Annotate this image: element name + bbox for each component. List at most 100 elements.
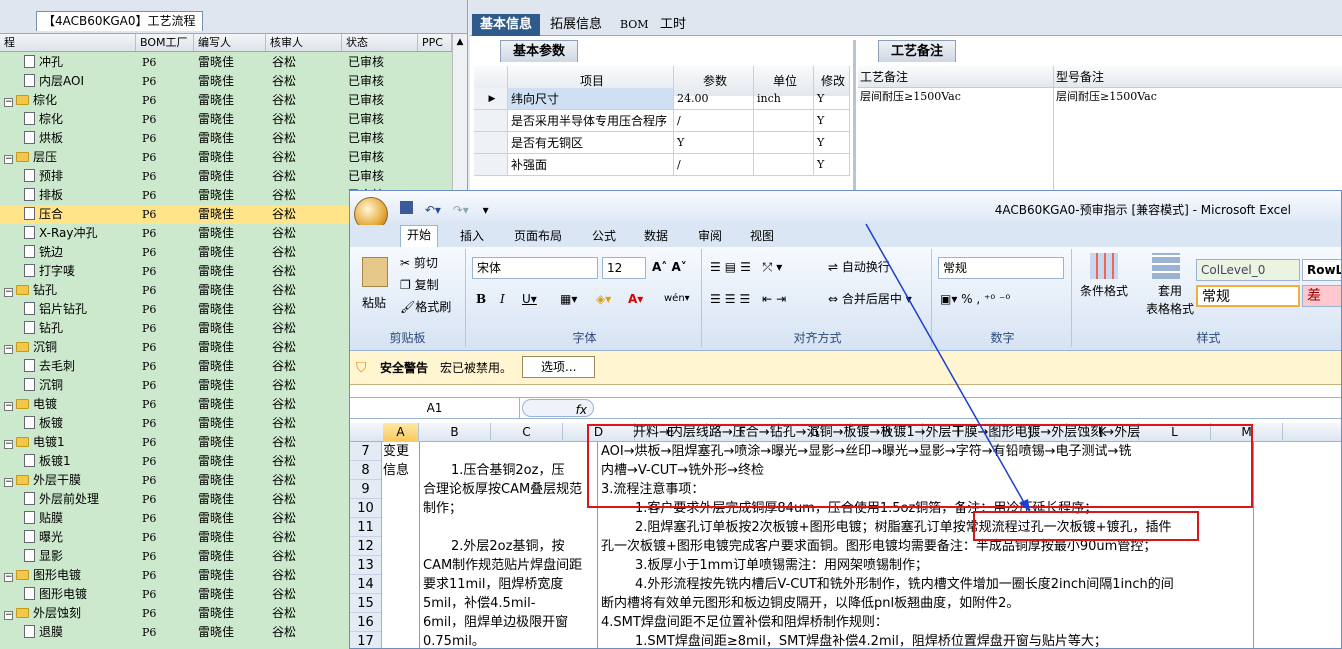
fx-icon[interactable]: fx bbox=[522, 399, 594, 417]
param-flag[interactable]: Y bbox=[814, 132, 850, 153]
align-left-icons[interactable]: ☰☰☰ ⇤⇥ bbox=[710, 289, 790, 309]
col-reviewer[interactable]: 核审人 bbox=[266, 34, 342, 51]
row-header[interactable]: 7 bbox=[350, 442, 381, 461]
conditional-format-button[interactable]: 条件格式 bbox=[1080, 281, 1128, 301]
tree-node-name[interactable]: − 沉铜 bbox=[4, 338, 57, 357]
tree-node-name[interactable]: 预排 bbox=[24, 167, 63, 186]
scroll-up-icon[interactable]: ▲ bbox=[453, 34, 467, 50]
tree-row[interactable]: − 层压 P6 雷晓佳 谷松 已审核 bbox=[0, 148, 452, 167]
customize-qat-icon[interactable]: ▾ bbox=[483, 203, 489, 217]
param-unit[interactable] bbox=[754, 154, 814, 175]
tab-insert[interactable]: 插入 bbox=[454, 227, 490, 245]
column-header[interactable]: C bbox=[491, 423, 563, 442]
row-header[interactable]: 12 bbox=[350, 537, 381, 556]
process-notes-cell[interactable]: 层间耐压≥1500Vac bbox=[858, 88, 1054, 195]
col-ppc[interactable]: PPC bbox=[418, 34, 452, 51]
tree-node-name[interactable]: − 层压 bbox=[4, 148, 57, 167]
merge-center-button[interactable]: ⇔ 合并后居中 ▾ bbox=[828, 289, 912, 309]
worksheet[interactable]: 变更 信息 1.压合基铜2oz，压 合理论板厚按CAM叠层规范 制作； 2.外层2oz… bbox=[383, 424, 1341, 648]
collapse-icon[interactable]: − bbox=[4, 402, 13, 411]
security-options-button[interactable]: 选项... bbox=[522, 356, 596, 378]
font-size-select[interactable]: 12 bbox=[602, 257, 646, 279]
tree-row[interactable]: 烘板 P6 雷晓佳 谷松 已审核 bbox=[0, 129, 452, 148]
tree-node-name[interactable]: 图形电镀 bbox=[24, 585, 87, 604]
tree-node-name[interactable]: 曝光 bbox=[24, 528, 63, 547]
tree-node-name[interactable]: − 外层蚀刻 bbox=[4, 604, 81, 623]
model-notes-cell[interactable]: 层间耐压≥1500Vac bbox=[1054, 88, 1342, 195]
tree-node-name[interactable]: 退膜 bbox=[24, 623, 63, 642]
fill-color-icon[interactable]: ◈▾ bbox=[596, 289, 611, 309]
tree-node-name[interactable]: 去毛刺 bbox=[24, 357, 75, 376]
tab-review[interactable]: 审阅 bbox=[692, 227, 728, 245]
style-rowlevel[interactable]: RowL bbox=[1302, 259, 1341, 281]
tree-row[interactable]: − 棕化 P6 雷晓佳 谷松 已审核 bbox=[0, 91, 452, 110]
param-value[interactable]: 24.00 bbox=[674, 88, 754, 109]
tree-node-name[interactable]: 烘板 bbox=[24, 129, 63, 148]
format-as-table-icon[interactable] bbox=[1152, 253, 1180, 279]
tree-node-name[interactable]: X-Ray冲孔 bbox=[24, 224, 97, 243]
tree-node-name[interactable]: 显影 bbox=[24, 547, 63, 566]
format-as-table-button[interactable]: 套用 bbox=[1158, 281, 1182, 301]
save-icon[interactable] bbox=[400, 201, 413, 214]
column-header[interactable]: B bbox=[419, 423, 491, 442]
tree-node-name[interactable]: 冲孔 bbox=[24, 53, 63, 72]
tab-work-hours[interactable]: 工时 bbox=[652, 14, 694, 36]
tree-node-name[interactable]: 板镀1 bbox=[24, 452, 71, 471]
tree-node-name[interactable]: 铝片钻孔 bbox=[24, 300, 87, 319]
tree-node-name[interactable]: − 棕化 bbox=[4, 91, 57, 110]
tree-node-name[interactable]: 外层前处理 bbox=[24, 490, 99, 509]
tree-node-name[interactable]: 内层AOI bbox=[24, 72, 84, 91]
paste-button[interactable]: 粘贴 bbox=[362, 293, 386, 313]
row-header[interactable]: 15 bbox=[350, 594, 381, 613]
tab-basic-info[interactable]: 基本信息 bbox=[472, 14, 541, 36]
row-header[interactable]: 11 bbox=[350, 518, 381, 537]
conditional-format-icon[interactable] bbox=[1090, 253, 1118, 279]
tree-node-name[interactable]: − 图形电镀 bbox=[4, 566, 81, 585]
param-row[interactable]: 是否有无铜区 Y Y bbox=[474, 132, 850, 154]
tab-page-layout[interactable]: 页面布局 bbox=[508, 227, 568, 245]
tree-node-name[interactable]: 打字唛 bbox=[24, 262, 75, 281]
name-box[interactable]: A1 bbox=[350, 398, 520, 418]
tab-home[interactable]: 开始 bbox=[400, 225, 439, 247]
cell-a-info[interactable]: 信息 bbox=[383, 461, 409, 480]
tab-bom[interactable]: BOM bbox=[612, 14, 657, 36]
collapse-icon[interactable]: − bbox=[4, 611, 13, 620]
param-item[interactable]: 是否采用半导体专用压合程序 bbox=[508, 110, 674, 131]
font-color-icon[interactable]: A▾ bbox=[628, 289, 643, 309]
collapse-icon[interactable]: − bbox=[4, 98, 13, 107]
font-name-select[interactable]: 宋体 bbox=[472, 257, 598, 279]
tree-node-name[interactable]: 板镀 bbox=[24, 414, 63, 433]
tab-data[interactable]: 数据 bbox=[638, 227, 674, 245]
param-unit[interactable]: inch bbox=[754, 88, 814, 109]
format-painter-button[interactable]: 🖌格式刷 bbox=[400, 297, 451, 317]
cell-a-change[interactable]: 变更 bbox=[383, 442, 409, 461]
tree-node-name[interactable]: − 电镀1 bbox=[4, 433, 65, 452]
tree-node-name[interactable]: 钻孔 bbox=[24, 319, 63, 338]
col-model-notes[interactable]: 型号备注 bbox=[1054, 66, 1342, 87]
tree-node-name[interactable]: 棕化 bbox=[24, 110, 63, 129]
underline-icon[interactable]: U▾ bbox=[522, 289, 537, 309]
param-row[interactable]: ▶ 纬向尺寸 24.00 inch Y bbox=[474, 88, 850, 110]
tree-node-name[interactable]: − 电镀 bbox=[4, 395, 57, 414]
tree-node-name[interactable]: 铣边 bbox=[24, 243, 63, 262]
collapse-icon[interactable]: − bbox=[4, 440, 13, 449]
tab-view[interactable]: 视图 bbox=[744, 227, 780, 245]
number-format-select[interactable]: 常规 bbox=[938, 257, 1064, 279]
collapse-icon[interactable]: − bbox=[4, 155, 13, 164]
tree-node-name[interactable]: − 外层干膜 bbox=[4, 471, 81, 490]
param-value[interactable]: Y bbox=[674, 132, 754, 153]
param-unit[interactable] bbox=[754, 110, 814, 131]
col-process-notes[interactable]: 工艺备注 bbox=[858, 66, 1054, 87]
row-header[interactable]: 10 bbox=[350, 499, 381, 518]
number-buttons[interactable]: ▣▾ % , ⁺⁰ ⁻⁰ bbox=[940, 289, 1010, 309]
tree-row[interactable]: 冲孔 P6 雷晓佳 谷松 已审核 bbox=[0, 53, 452, 72]
param-flag[interactable]: Y bbox=[814, 110, 850, 131]
style-bad[interactable]: 差 bbox=[1302, 285, 1341, 307]
collapse-icon[interactable]: − bbox=[4, 573, 13, 582]
paste-icon[interactable] bbox=[362, 257, 388, 287]
col-writer[interactable]: 编写人 bbox=[194, 34, 266, 51]
param-item[interactable]: 是否有无铜区 bbox=[508, 132, 674, 153]
tab-process-notes[interactable]: 工艺备注 bbox=[878, 40, 957, 62]
phonetic-icon[interactable]: wén▾ bbox=[664, 289, 690, 309]
grow-font-icon[interactable]: A˄ A˅ bbox=[652, 257, 687, 277]
